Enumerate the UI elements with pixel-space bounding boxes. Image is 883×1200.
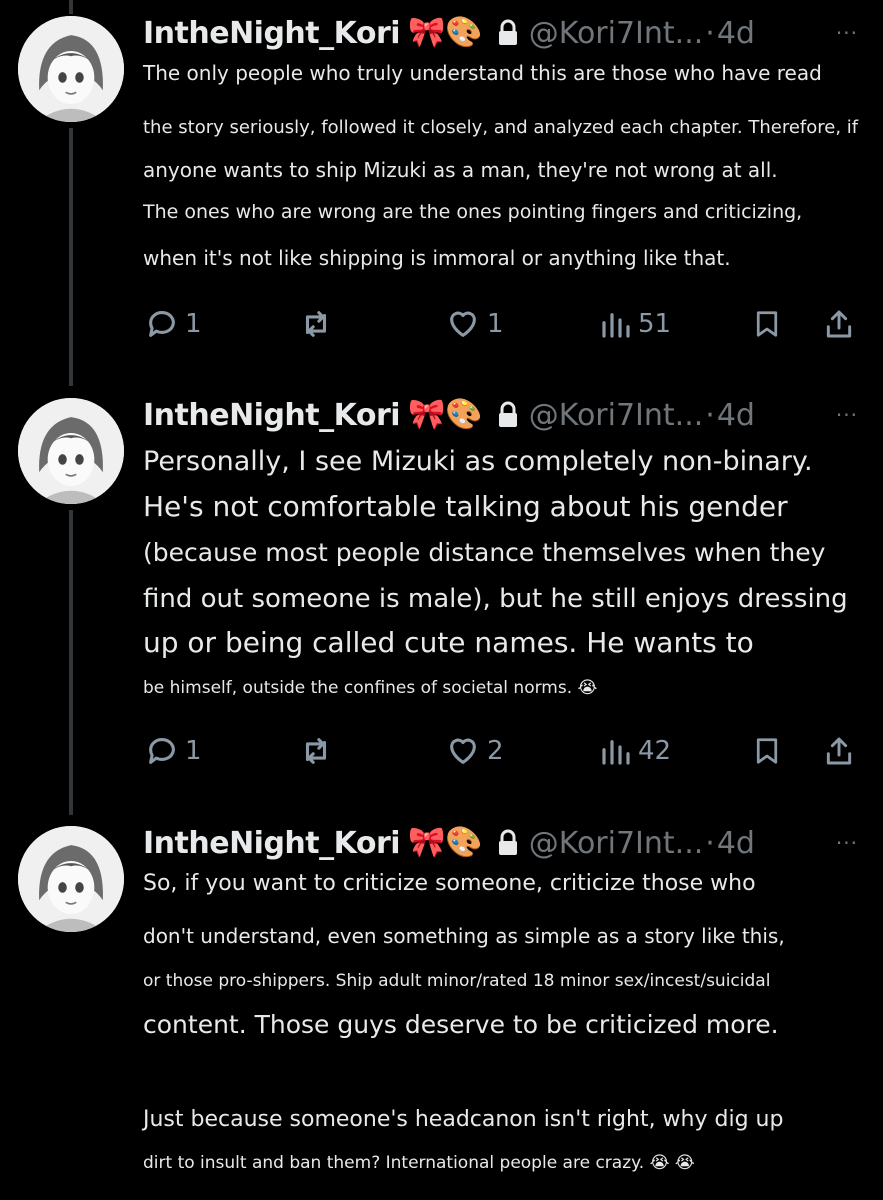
post-text-line: dirt to insult and ban them? Internation… — [143, 1153, 695, 1173]
share-icon — [826, 310, 852, 338]
post-text-line: don't understand, even something as simp… — [143, 924, 785, 948]
separator: · — [705, 825, 715, 861]
share-icon — [826, 737, 852, 765]
post-actions: 1 1 51 — [0, 304, 883, 344]
post-header: IntheNight_Kori 🎀🎨 @Kori7Int... · 4d — [143, 394, 755, 436]
emoji-badges: 🎀🎨 — [408, 15, 483, 50]
lock-icon — [498, 401, 517, 427]
heart-icon — [450, 738, 476, 764]
repost-icon — [305, 311, 327, 337]
emoji-badges: 🎀🎨 — [408, 825, 483, 860]
post-text-line: Just because someone's headcanon isn't r… — [143, 1107, 784, 1132]
post-text-line: anyone wants to ship Mizuki as a man, th… — [143, 158, 778, 182]
reply-count: 1 — [185, 309, 202, 339]
bookmark-button[interactable] — [752, 304, 782, 344]
post-text-line: the story seriously, followed it closely… — [143, 117, 859, 138]
like-count: 1 — [487, 309, 504, 339]
display-name[interactable]: IntheNight_Kori — [143, 826, 401, 861]
bookmark-icon — [756, 311, 778, 337]
post-actions: 1 2 42 — [0, 731, 883, 771]
post-text-line: The ones who are wrong are the ones poin… — [143, 201, 803, 223]
repost-button[interactable] — [298, 304, 334, 344]
more-options-icon[interactable]: ··· — [836, 394, 858, 436]
post-header: IntheNight_Kori 🎀🎨 @Kori7Int... · 4d — [143, 822, 755, 864]
bookmark-button[interactable] — [752, 731, 782, 771]
timestamp[interactable]: 4d — [717, 16, 755, 51]
timestamp[interactable]: 4d — [717, 826, 755, 861]
view-count: 42 — [638, 736, 672, 766]
views-button[interactable]: 42 — [600, 731, 671, 771]
reply-icon — [149, 738, 175, 764]
avatar[interactable] — [18, 826, 124, 932]
avatar-image — [18, 16, 124, 122]
post-header: IntheNight_Kori 🎀🎨 @Kori7Int... · 4d — [143, 12, 755, 54]
post-text-line: when it's not like shipping is immoral o… — [143, 246, 731, 270]
post-text-line: So, if you want to criticize someone, cr… — [143, 871, 756, 896]
share-button[interactable] — [823, 731, 855, 771]
post-text-line: content. Those guys deserve to be critic… — [143, 1010, 779, 1039]
more-options-icon[interactable]: ··· — [836, 822, 858, 864]
repost-icon — [305, 738, 327, 764]
handle[interactable]: @Kori7Int... — [529, 16, 704, 51]
handle[interactable]: @Kori7Int... — [529, 826, 704, 861]
share-button[interactable] — [823, 304, 855, 344]
lock-icon — [498, 829, 517, 855]
bookmark-icon — [756, 738, 778, 764]
reply-icon — [149, 311, 175, 337]
like-button[interactable]: 1 — [445, 304, 504, 344]
post-text-line: or those pro-shippers. Ship adult minor/… — [143, 971, 771, 991]
views-icon — [602, 740, 630, 765]
display-name[interactable]: IntheNight_Kori — [143, 398, 401, 433]
post-text-line: The only people who truly understand thi… — [143, 61, 822, 85]
post-text-line: up or being called cute names. He wants … — [143, 626, 754, 659]
lock-icon — [498, 19, 517, 45]
repost-button[interactable] — [298, 731, 334, 771]
post-text-line: Personally, I see Mizuki as completely n… — [143, 446, 813, 477]
thread-line — [69, 128, 73, 386]
heart-icon — [450, 311, 476, 337]
reply-button[interactable]: 1 — [145, 731, 202, 771]
post-text-line: (because most people distance themselves… — [143, 538, 826, 567]
more-options-icon[interactable]: ··· — [836, 12, 858, 54]
views-button[interactable]: 51 — [600, 304, 671, 344]
post-text-line: He's not comfortable talking about his g… — [143, 490, 788, 523]
avatar[interactable] — [18, 398, 124, 504]
views-icon — [602, 313, 630, 338]
post-text-line: be himself, outside the confines of soci… — [143, 678, 598, 698]
separator: · — [705, 397, 715, 433]
avatar[interactable] — [18, 16, 124, 122]
avatar-image — [18, 826, 124, 932]
timestamp[interactable]: 4d — [717, 398, 755, 433]
reply-button[interactable]: 1 — [145, 304, 202, 344]
view-count: 51 — [638, 309, 672, 339]
emoji-badges: 🎀🎨 — [408, 397, 483, 432]
like-count: 2 — [487, 736, 504, 766]
handle[interactable]: @Kori7Int... — [529, 398, 704, 433]
avatar-image — [18, 398, 124, 504]
reply-count: 1 — [185, 736, 202, 766]
post-text-line: find out someone is male), but he still … — [143, 584, 848, 614]
display-name[interactable]: IntheNight_Kori — [143, 16, 401, 51]
separator: · — [705, 15, 715, 51]
like-button[interactable]: 2 — [445, 731, 504, 771]
thread-line — [69, 0, 73, 14]
